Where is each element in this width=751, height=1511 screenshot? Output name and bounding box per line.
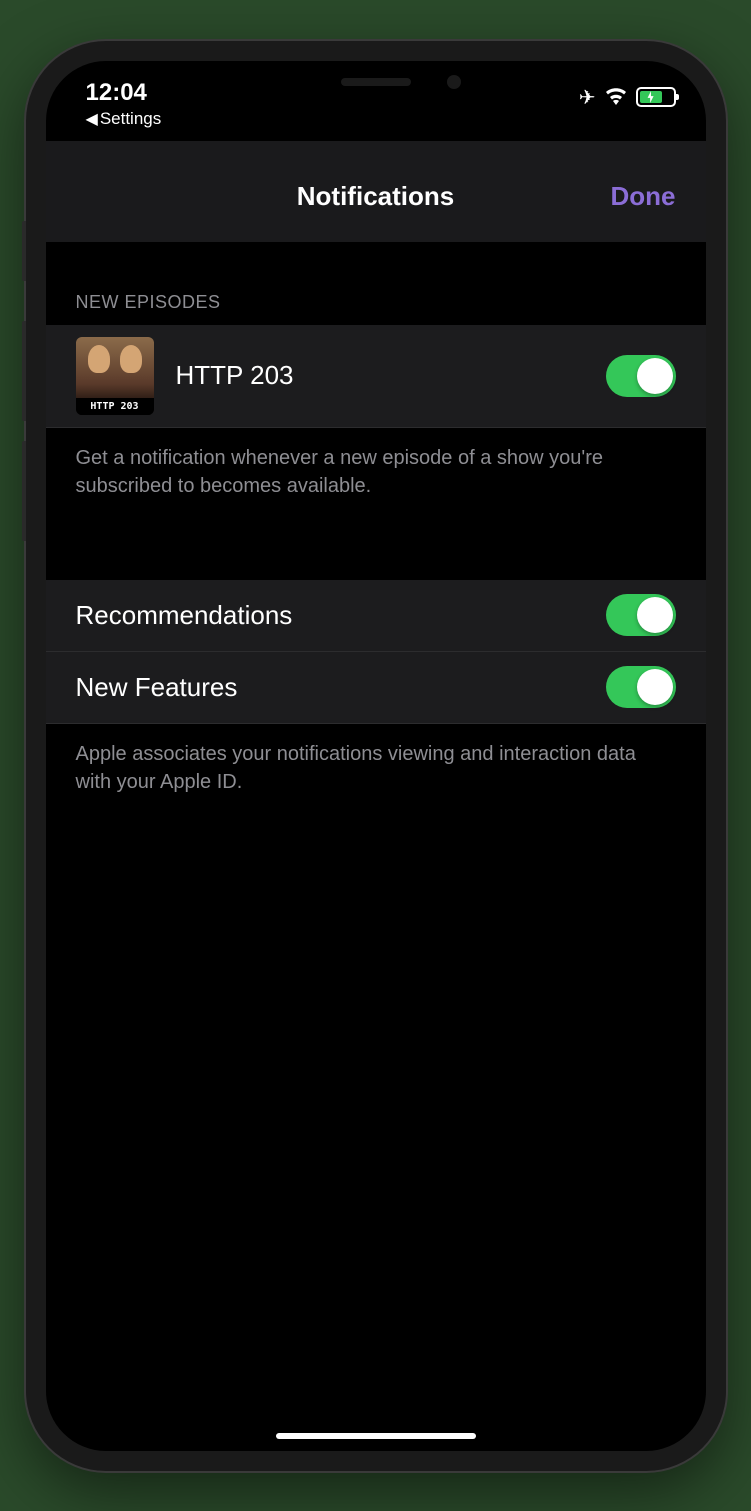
toggle-recommendations[interactable]	[606, 594, 676, 636]
notch	[236, 61, 516, 103]
status-time: 12:04	[86, 79, 162, 107]
toggle-http203[interactable]	[606, 355, 676, 397]
toggle-new-features[interactable]	[606, 666, 676, 708]
row-new-features[interactable]: New Features	[46, 652, 706, 724]
back-arrow-icon: ◀	[86, 109, 98, 129]
section-footer-general: Apple associates your notifications view…	[46, 724, 706, 826]
show-thumbnail: HTTP 203	[76, 337, 154, 415]
recommendations-label: Recommendations	[76, 600, 606, 631]
front-camera	[447, 75, 461, 89]
done-button[interactable]: Done	[611, 181, 676, 212]
new-features-label: New Features	[76, 672, 606, 703]
phone-frame: 12:04 ◀ Settings ✈ Notifications	[26, 41, 726, 1471]
airplane-mode-icon: ✈	[579, 85, 596, 110]
row-recommendations[interactable]: Recommendations	[46, 580, 706, 652]
section-header-new-episodes: NEW EPISODES	[46, 242, 706, 325]
show-row-http203[interactable]: HTTP 203 HTTP 203	[46, 325, 706, 428]
page-title: Notifications	[297, 181, 454, 212]
toggle-knob	[637, 669, 673, 705]
nav-header: Notifications Done	[46, 141, 706, 242]
home-indicator[interactable]	[276, 1433, 476, 1439]
battery-icon	[636, 87, 676, 107]
toggle-knob	[637, 358, 673, 394]
speaker-grille	[341, 78, 411, 86]
toggle-knob	[637, 597, 673, 633]
breadcrumb-back[interactable]: ◀ Settings	[86, 109, 162, 129]
thumbnail-label: HTTP 203	[76, 398, 154, 415]
breadcrumb-label: Settings	[100, 109, 161, 129]
section-footer-new-episodes: Get a notification whenever a new episod…	[46, 428, 706, 530]
content-area: NEW EPISODES HTTP 203 HTTP 203 Get a not…	[46, 242, 706, 826]
screen: 12:04 ◀ Settings ✈ Notifications	[46, 61, 706, 1451]
show-title-label: HTTP 203	[176, 360, 606, 391]
wifi-icon	[604, 85, 628, 110]
